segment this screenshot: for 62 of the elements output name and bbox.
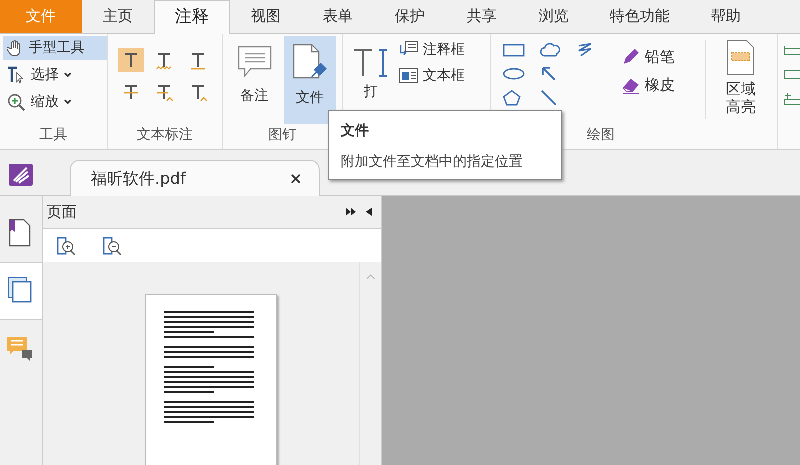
line-icon[interactable] [540, 90, 558, 106]
menu-tab[interactable]: 表单 [302, 0, 374, 33]
text-cursor-icon [7, 66, 27, 84]
ribbon-tool-button[interactable]: 橡皮 [621, 74, 706, 96]
ribbon-tool-button[interactable]: 铅笔 [621, 46, 706, 68]
typewriter-button[interactable]: 打 [342, 36, 399, 124]
group-label: 工具 [38, 126, 68, 145]
ribbon-tool-button[interactable]: 注释框 [398, 39, 465, 61]
tooltip-text: 附加文件至文档中的指定位置 [341, 153, 524, 172]
measure-icon [784, 68, 800, 82]
ellipse-icon[interactable] [503, 66, 526, 82]
bookmark-page-icon [8, 219, 32, 247]
highlighted-page-icon [726, 40, 756, 76]
measure-icon [784, 44, 800, 58]
side-panel-tab[interactable] [0, 262, 42, 320]
zoom-in-icon [7, 93, 27, 111]
menu-tab[interactable]: 注释 [154, 0, 230, 34]
page-thumbnail[interactable] [145, 294, 277, 465]
app-logo-icon [8, 162, 34, 186]
menu-tab[interactable]: 保护 [374, 0, 446, 33]
polyline-icon[interactable] [576, 42, 594, 58]
tooltip-title: 文件 [341, 122, 370, 141]
pentagon-icon[interactable] [503, 90, 522, 106]
ribbon-large-button[interactable]: 备注 [228, 36, 280, 124]
area-highlight-button[interactable]: 区域高亮 [706, 34, 776, 125]
menu-tab[interactable]: 共享 [446, 0, 518, 33]
menu-tab[interactable]: 主页 [82, 0, 154, 33]
pages-icon [8, 277, 34, 305]
ribbon-tool-button[interactable]: 文本框 [398, 65, 465, 87]
expand-panel-icon[interactable] [345, 207, 357, 217]
text-box-icon [398, 67, 419, 85]
group-label: 绘图 [586, 126, 616, 145]
rectangle-icon[interactable] [503, 42, 526, 58]
document-tab-label: 福昕软件.pdf [90, 168, 188, 190]
dropdown-caret-icon [63, 70, 73, 80]
collapse-panel-icon[interactable] [365, 207, 373, 217]
speech-bubble-icon [236, 44, 273, 80]
zoom-out-page-icon[interactable] [101, 236, 123, 256]
group-label: 文本标注 [136, 126, 194, 145]
markup-tool-button[interactable] [118, 48, 144, 72]
replace-text-icon [154, 82, 174, 102]
dropdown-caret-icon [63, 97, 73, 107]
ribbon-tool-button[interactable]: 选择 [3, 63, 107, 87]
ribbon-tool-button[interactable]: 手型工具 [3, 36, 107, 60]
pencil-icon [621, 47, 642, 67]
strikeout-text-icon [121, 82, 141, 102]
menu-tab[interactable]: 视图 [230, 0, 302, 33]
group-label: 图钉 [267, 126, 298, 145]
zoom-in-page-icon[interactable] [55, 236, 77, 256]
squiggly-text-icon [154, 50, 174, 70]
menu-tab[interactable]: 特色功能 [590, 0, 690, 33]
menu-tab[interactable]: 帮助 [690, 0, 762, 33]
close-icon[interactable] [289, 172, 303, 186]
arrow-icon[interactable] [540, 66, 558, 82]
ribbon-large-button[interactable]: 文件 [284, 36, 336, 124]
comments-icon [6, 336, 34, 362]
panel-title: 页面 [47, 202, 78, 223]
menu-tab[interactable]: 浏览 [518, 0, 590, 33]
ribbon-tool-button[interactable]: 缩放 [3, 90, 107, 114]
cloud-icon[interactable] [540, 42, 562, 58]
document-tab[interactable]: 福昕软件.pdf [70, 160, 320, 196]
measure-icon [784, 92, 800, 106]
